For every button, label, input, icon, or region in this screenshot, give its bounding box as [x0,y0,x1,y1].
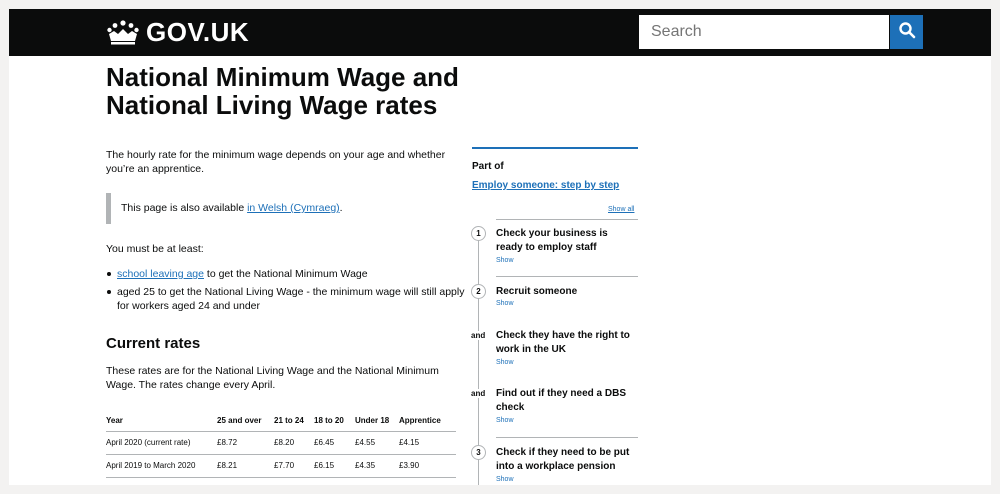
intro-text: The hourly rate for the minimum wage dep… [106,149,446,175]
step-show-link[interactable]: Show [496,257,514,264]
col-header-under-18: Under 18 [355,411,399,432]
browser-viewport: GOV.UK National Minimum Wage and Nationa… [9,9,991,485]
welsh-link[interactable]: in Welsh (Cymraeg) [247,202,340,214]
crown-icon [106,19,140,45]
show-all-link[interactable]: Show all [608,206,634,213]
sidebar-top-rule [472,147,638,149]
step-show-link[interactable]: Show [496,417,514,424]
col-header-apprentice: Apprentice [399,411,456,432]
col-header-year: Year [106,411,217,432]
bullet1-text: to get the National Minimum Wage [203,268,368,280]
table-header-row: Year 25 and over 21 to 24 18 to 20 Under… [106,411,456,432]
step-title-dbs-check[interactable]: Find out if they need a DBS check [496,387,636,415]
step-divider [496,219,638,220]
table-cell: £4.15 [399,431,456,455]
step-divider [496,437,638,438]
col-header-25-over: 25 and over [217,411,274,432]
table-cell: £8.72 [217,431,274,455]
step-show-link[interactable]: Show [496,300,514,307]
step-show-link[interactable]: Show [496,359,514,366]
page-title: National Minimum Wage and National Livin… [106,62,459,120]
must-be-text: You must be at least: [106,243,204,255]
step-show-link[interactable]: Show [496,476,514,483]
search-icon [898,21,916,44]
col-header-18-20: 18 to 20 [314,411,355,432]
search-button[interactable] [889,15,923,49]
table-cell: £4.55 [355,431,399,455]
requirements-list: school leaving age to get the National M… [106,267,466,317]
current-rates-heading: Current rates [106,335,201,352]
search-input[interactable] [639,15,889,49]
table-cell: April 2020 (current rate) [106,431,217,455]
step-title-recruit[interactable]: Recruit someone [496,285,636,299]
step-and-label: and [471,331,486,340]
school-leaving-age-link[interactable]: school leaving age [117,268,204,280]
table-cell: £3.90 [399,454,456,478]
list-item: school leaving age to get the National M… [106,267,466,281]
inset-suffix: . [339,202,343,214]
part-of-label: Part of [472,161,504,172]
site-header: GOV.UK [9,9,991,56]
step-number-1: 1 [471,226,486,241]
step-title-check-business[interactable]: Check your business is ready to employ s… [496,227,636,255]
rates-description: These rates are for the National Living … [106,365,439,391]
step-title-workplace-pension[interactable]: Check if they need to be put into a work… [496,446,636,474]
table-cell: £8.21 [217,454,274,478]
welsh-inset: This page is also available in Welsh (Cy… [106,193,446,224]
list-item: aged 25 to get the National Living Wage … [106,285,466,313]
bullet2-text: aged 25 to get the National Living Wage … [117,286,465,312]
step-number-2: 2 [471,284,486,299]
step-by-step-link[interactable]: Employ someone: step by step [472,180,619,191]
table-cell: April 2019 to March 2020 [106,454,217,478]
logo-text: GOV.UK [146,17,250,47]
col-header-21-24: 21 to 24 [274,411,314,432]
step-divider [496,276,638,277]
rates-table: Year 25 and over 21 to 24 18 to 20 Under… [106,411,456,478]
inset-prefix: This page is also available [121,202,248,214]
table-cell: £7.70 [274,454,314,478]
table-cell: £4.35 [355,454,399,478]
table-row: April 2020 (current rate) £8.72 £8.20 £6… [106,431,456,455]
govuk-logo-link[interactable]: GOV.UK [106,19,249,45]
table-row: April 2019 to March 2020 £8.21 £7.70 £6.… [106,454,456,478]
step-number-3: 3 [471,445,486,460]
table-cell: £6.15 [314,454,355,478]
table-cell: £8.20 [274,431,314,455]
table-cell: £6.45 [314,431,355,455]
step-and-label: and [471,389,486,398]
step-title-right-to-work[interactable]: Check they have the right to work in the… [496,329,636,357]
